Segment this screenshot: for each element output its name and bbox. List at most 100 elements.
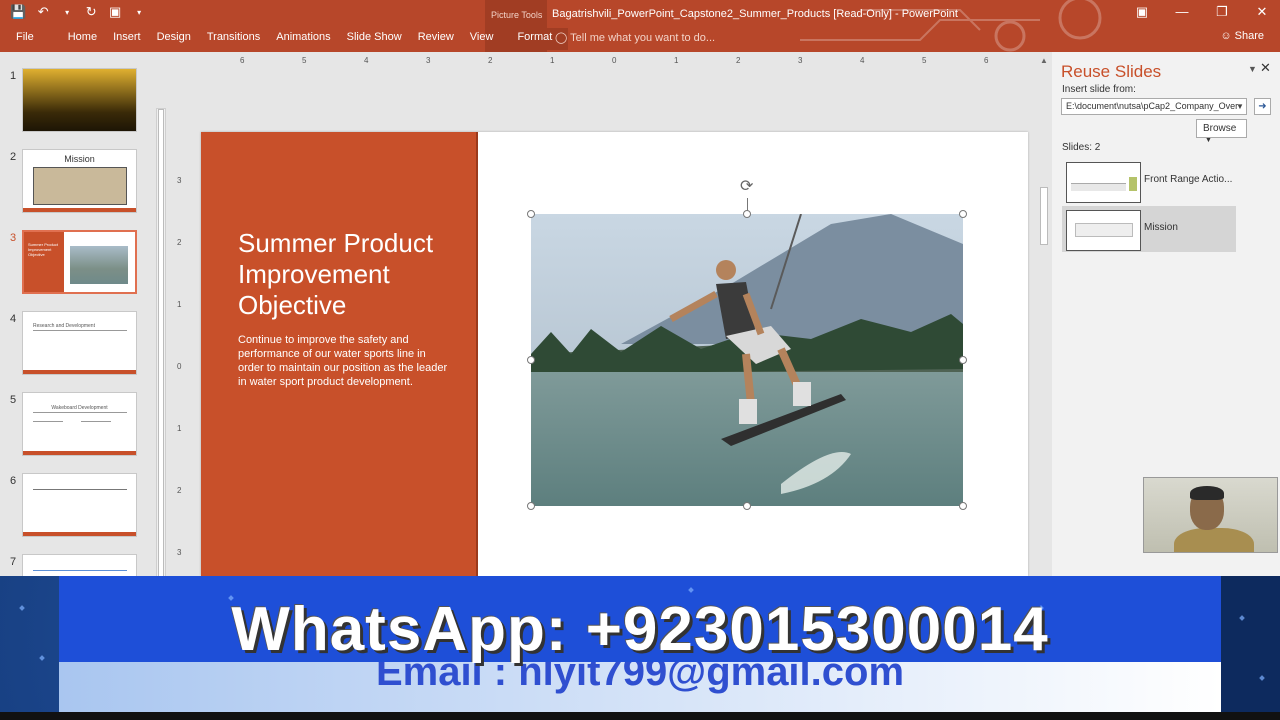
presenter-hair bbox=[1190, 486, 1224, 500]
table-line bbox=[81, 421, 111, 422]
ribbon-display-options-icon[interactable]: ▣ bbox=[1134, 4, 1150, 20]
source-path-combobox[interactable]: E:\document\nutsa\pCap2_Company_Over bbox=[1061, 98, 1247, 115]
thumbnail-row[interactable]: 2 Mission bbox=[0, 149, 160, 215]
resize-handle-se[interactable] bbox=[959, 502, 967, 510]
chevron-down-icon[interactable]: ▼ bbox=[1236, 102, 1244, 111]
ruler-tick: 2 bbox=[736, 56, 741, 65]
reuse-slide-label: Mission bbox=[1144, 222, 1178, 233]
redo-icon[interactable]: ↻ bbox=[84, 4, 98, 20]
slide-thumbnail-7[interactable] bbox=[22, 554, 137, 576]
slide-title[interactable]: Summer Product Improvement Objective bbox=[238, 228, 468, 321]
slide-thumbnails-pane: 1 2 Mission 3 Summer Product Improvement… bbox=[0, 52, 168, 576]
thumbnail-row[interactable]: 7 bbox=[0, 554, 160, 576]
go-arrow-button[interactable]: ➜ bbox=[1254, 98, 1271, 115]
resize-handle-s[interactable] bbox=[743, 502, 751, 510]
tab-file[interactable]: File bbox=[0, 28, 60, 50]
reuse-slide-item[interactable]: Mission bbox=[1062, 206, 1236, 252]
scrollbar-thumb[interactable] bbox=[158, 109, 164, 576]
chevron-down-icon: ▼ bbox=[1205, 137, 1212, 144]
slide-number: 7 bbox=[10, 556, 17, 568]
reuse-slide-thumbnail bbox=[1066, 210, 1141, 251]
customize-qat-icon[interactable]: ▾ bbox=[132, 8, 146, 17]
minimize-icon[interactable]: — bbox=[1174, 4, 1190, 20]
restore-icon[interactable]: ❐ bbox=[1214, 4, 1230, 20]
pane-options-icon[interactable]: ▼ bbox=[1248, 64, 1257, 74]
slide-number: 1 bbox=[10, 70, 17, 82]
window-controls: ▣ — ❐ ✕ bbox=[1134, 4, 1270, 20]
undo-dropdown-icon[interactable]: ▾ bbox=[60, 8, 74, 17]
thumbnail-row[interactable]: 3 Summer Product Improvement Objective bbox=[0, 230, 160, 296]
start-from-beginning-icon[interactable]: ▣ bbox=[108, 4, 122, 20]
spark bbox=[19, 605, 25, 611]
ruler-tick: 2 bbox=[488, 56, 493, 65]
resize-handle-w[interactable] bbox=[527, 356, 535, 364]
undo-icon[interactable]: ↶ bbox=[36, 4, 50, 20]
underline bbox=[33, 330, 127, 331]
resize-handle-ne[interactable] bbox=[959, 210, 967, 218]
slide-thumbnail-1[interactable] bbox=[22, 68, 137, 132]
ruler-tick: 3 bbox=[426, 56, 431, 65]
scrollbar-thumb[interactable] bbox=[1040, 187, 1048, 245]
slide-thumbnail-2[interactable]: Mission bbox=[22, 149, 137, 213]
spark bbox=[1239, 615, 1245, 621]
close-icon[interactable]: ✕ bbox=[1254, 4, 1270, 20]
browse-button[interactable]: Browse ▼ bbox=[1196, 119, 1247, 144]
ruler-tick: 3 bbox=[177, 176, 182, 185]
slide-number: 6 bbox=[10, 475, 17, 487]
title-bar: 💾 ↶ ▾ ↻ ▣ ▾ Picture Tools Bagatrishvili_… bbox=[0, 0, 1280, 52]
spark bbox=[1259, 675, 1265, 681]
tab-insert[interactable]: Insert bbox=[105, 28, 149, 50]
tab-review[interactable]: Review bbox=[410, 28, 462, 50]
tab-home[interactable]: Home bbox=[60, 28, 105, 50]
reuse-slide-thumbnail bbox=[1066, 162, 1141, 203]
slide-number: 2 bbox=[10, 151, 17, 163]
tab-view[interactable]: View bbox=[462, 28, 502, 50]
ruler-tick: 1 bbox=[674, 56, 679, 65]
ruler-tick: 5 bbox=[302, 56, 307, 65]
rotate-handle-icon[interactable]: ⟳ bbox=[740, 176, 753, 196]
tell-me-box[interactable]: ◯ Tell me what you want to do... bbox=[555, 31, 715, 44]
wakeboard-photo-thumb bbox=[70, 246, 128, 284]
tab-design[interactable]: Design bbox=[149, 28, 199, 50]
thumbnail-row[interactable]: 4 Research and Development bbox=[0, 311, 160, 377]
spark bbox=[688, 587, 694, 593]
ruler-tick: 3 bbox=[798, 56, 803, 65]
tab-animations[interactable]: Animations bbox=[268, 28, 338, 50]
slide-thumbnail-6[interactable] bbox=[22, 473, 137, 537]
accent-bar bbox=[23, 532, 136, 536]
person-icon: ☺ bbox=[1220, 30, 1232, 42]
resize-handle-n[interactable] bbox=[743, 210, 751, 218]
horizontal-ruler: 6 5 4 3 2 1 0 1 2 3 4 5 6 bbox=[202, 56, 1028, 66]
ruler-tick: 4 bbox=[860, 56, 865, 65]
resize-handle-nw[interactable] bbox=[527, 210, 535, 218]
contact-banner: Email : nlyit799@gmail.com WhatsApp: +92… bbox=[0, 576, 1280, 720]
resize-handle-e[interactable] bbox=[959, 356, 967, 364]
tab-slide-show[interactable]: Slide Show bbox=[339, 28, 410, 50]
banner-email-strip: Email : nlyit799@gmail.com bbox=[59, 662, 1221, 712]
presenter-body bbox=[1174, 528, 1254, 552]
edit-area-scrollbar[interactable]: ▲ bbox=[1038, 52, 1050, 576]
scroll-up-icon[interactable]: ▲ bbox=[1040, 56, 1048, 65]
slide-body-text[interactable]: Continue to improve the safety and perfo… bbox=[238, 333, 453, 389]
resize-handle-sw[interactable] bbox=[527, 502, 535, 510]
reuse-slide-item[interactable]: Front Range Actio... bbox=[1062, 158, 1236, 204]
ruler-tick: 1 bbox=[550, 56, 555, 65]
slide-thumbnail-3[interactable]: Summer Product Improvement Objective bbox=[22, 230, 137, 294]
selected-picture[interactable]: ⟳ bbox=[527, 178, 967, 510]
share-button[interactable]: ☺ Share bbox=[1220, 30, 1264, 42]
tab-transitions[interactable]: Transitions bbox=[199, 28, 268, 50]
sunset-image bbox=[23, 69, 136, 131]
thumbnail-row[interactable]: 1 bbox=[0, 68, 160, 134]
accent-bar bbox=[23, 370, 136, 374]
slide-thumbnail-4[interactable]: Research and Development bbox=[22, 311, 137, 375]
pane-close-icon[interactable]: ✕ bbox=[1260, 60, 1271, 76]
slide-thumbnail-5[interactable]: Wakeboard Development bbox=[22, 392, 137, 456]
thumbnails-scrollbar[interactable] bbox=[156, 108, 166, 576]
thumbnail-bar bbox=[1075, 223, 1133, 237]
wakeboarder-photo[interactable] bbox=[531, 214, 963, 506]
current-slide[interactable]: Summer Product Improvement Objective Con… bbox=[201, 132, 1028, 576]
thumbnail-row[interactable]: 6 bbox=[0, 473, 160, 539]
thumbnail-row[interactable]: 5 Wakeboard Development bbox=[0, 392, 160, 458]
thumbnail-bar bbox=[1071, 183, 1126, 191]
save-icon[interactable]: 💾 bbox=[10, 4, 26, 20]
